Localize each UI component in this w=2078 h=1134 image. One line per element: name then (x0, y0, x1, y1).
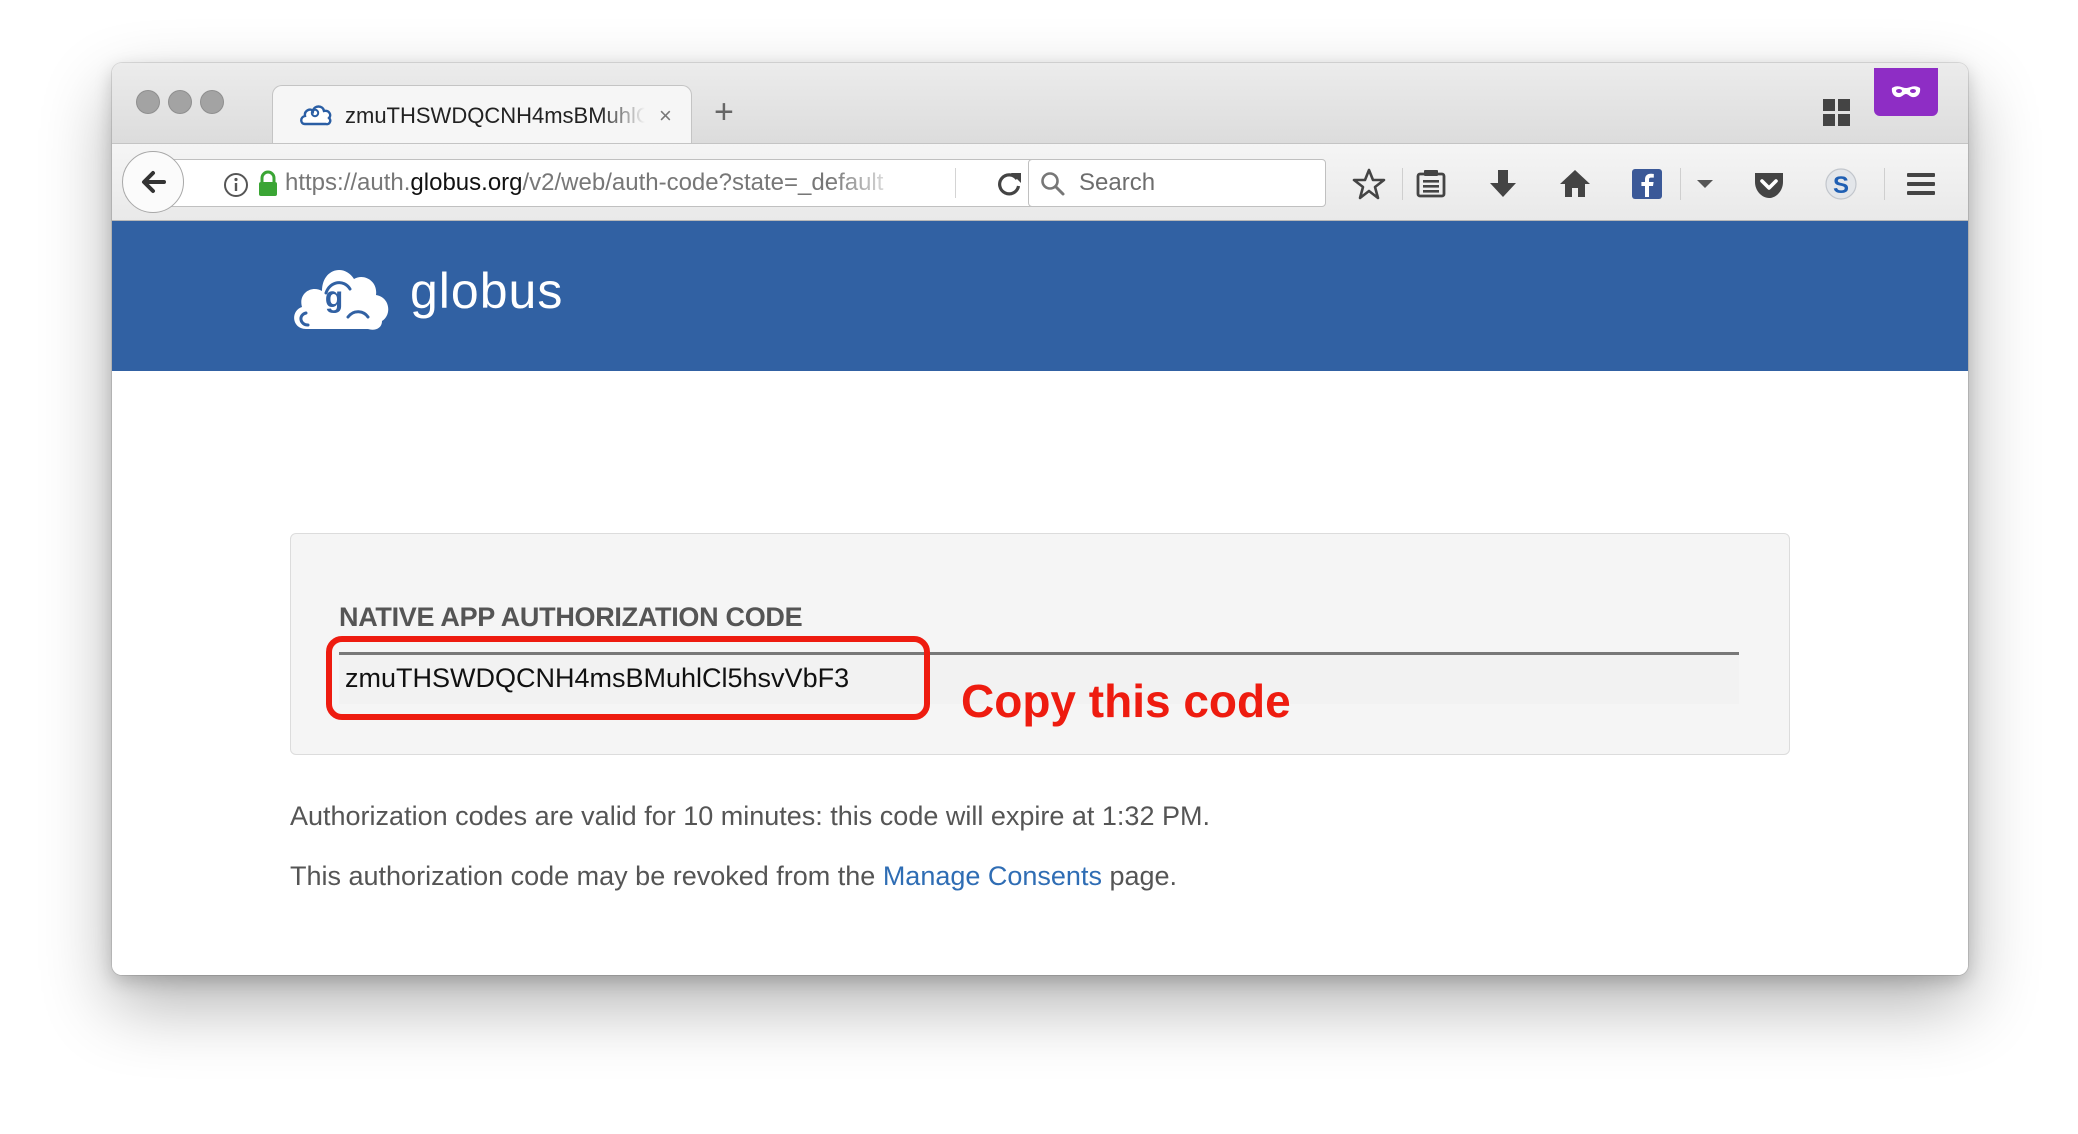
browser-tab[interactable]: zmuTHSWDQCNH4msBMuhlCl5hsvVbF3 × (272, 85, 692, 143)
minimize-window-button[interactable] (168, 90, 192, 114)
tab-strip: zmuTHSWDQCNH4msBMuhlCl5hsvVbF3 × + (112, 63, 1968, 143)
url-host: globus.org (410, 169, 523, 196)
back-button[interactable] (122, 151, 184, 213)
browser-window: zmuTHSWDQCNH4msBMuhlCl5hsvVbF3 × + (112, 63, 1968, 975)
globus-logo-text[interactable]: globus (410, 261, 563, 321)
home-icon[interactable] (1558, 167, 1592, 201)
dropdown-icon[interactable] (1688, 167, 1722, 201)
tab-groups-icon[interactable] (1822, 97, 1852, 127)
facebook-icon[interactable] (1630, 167, 1664, 201)
lock-icon[interactable] (257, 170, 279, 198)
manage-consents-link[interactable]: Manage Consents (883, 861, 1102, 891)
reading-list-icon[interactable] (1414, 167, 1448, 201)
tab-title: zmuTHSWDQCNH4msBMuhlCl5hsvVbF3 (345, 103, 645, 128)
search-bar[interactable]: Search (1028, 159, 1326, 207)
toolbar-divider (1884, 168, 1885, 200)
search-icon (1041, 172, 1065, 196)
toolbar-divider (1402, 168, 1403, 200)
expiry-notice: Authorization codes are valid for 10 min… (290, 801, 1210, 831)
search-placeholder: Search (1079, 169, 1156, 196)
auth-code-panel: NATIVE APP AUTHORIZATION CODE zmuTHSWDQC… (290, 533, 1790, 755)
tab-close-icon[interactable]: × (659, 101, 672, 131)
site-header: g globus (112, 221, 1968, 371)
close-window-button[interactable] (136, 90, 160, 114)
address-bar[interactable]: https://auth.globus.org/v2/web/auth-code… (168, 159, 1040, 207)
toolbar-divider (1680, 168, 1681, 200)
revoke-text-before: This authorization code may be revoked f… (290, 861, 883, 891)
download-icon[interactable] (1486, 167, 1520, 201)
revoke-notice: This authorization code may be revoked f… (290, 859, 1177, 893)
url-path: /v2/web/auth-code?state=_default (522, 169, 884, 196)
zoom-window-button[interactable] (200, 90, 224, 114)
auth-code-label: NATIVE APP AUTHORIZATION CODE (339, 602, 803, 632)
page-content: NATIVE APP AUTHORIZATION CODE zmuTHSWDQC… (112, 371, 1968, 975)
new-tab-button[interactable]: + (714, 95, 734, 129)
url-prefix: https://auth. (285, 169, 411, 196)
pocket-icon[interactable] (1752, 167, 1786, 201)
annotation-highlight-box (326, 636, 930, 720)
menu-icon[interactable] (1904, 167, 1938, 201)
globus-favicon-icon (300, 105, 332, 126)
navigation-toolbar: https://auth.globus.org/v2/web/auth-code… (112, 143, 1968, 221)
url-text[interactable]: https://auth.globus.org/v2/web/auth-code… (285, 160, 905, 206)
s-extension-icon[interactable]: S (1824, 167, 1858, 201)
back-arrow-icon (142, 171, 166, 193)
revoke-text-after: page. (1101, 861, 1178, 891)
url-divider (955, 168, 956, 198)
private-mask-icon[interactable] (1874, 68, 1938, 116)
info-icon[interactable] (223, 172, 249, 198)
globus-logo-icon[interactable]: g (288, 259, 394, 337)
star-icon[interactable] (1352, 167, 1386, 201)
svg-text:S: S (1833, 172, 1849, 199)
reload-icon[interactable] (995, 170, 1023, 198)
copy-annotation: Copy this code (961, 675, 1291, 727)
svg-text:g: g (325, 281, 343, 314)
